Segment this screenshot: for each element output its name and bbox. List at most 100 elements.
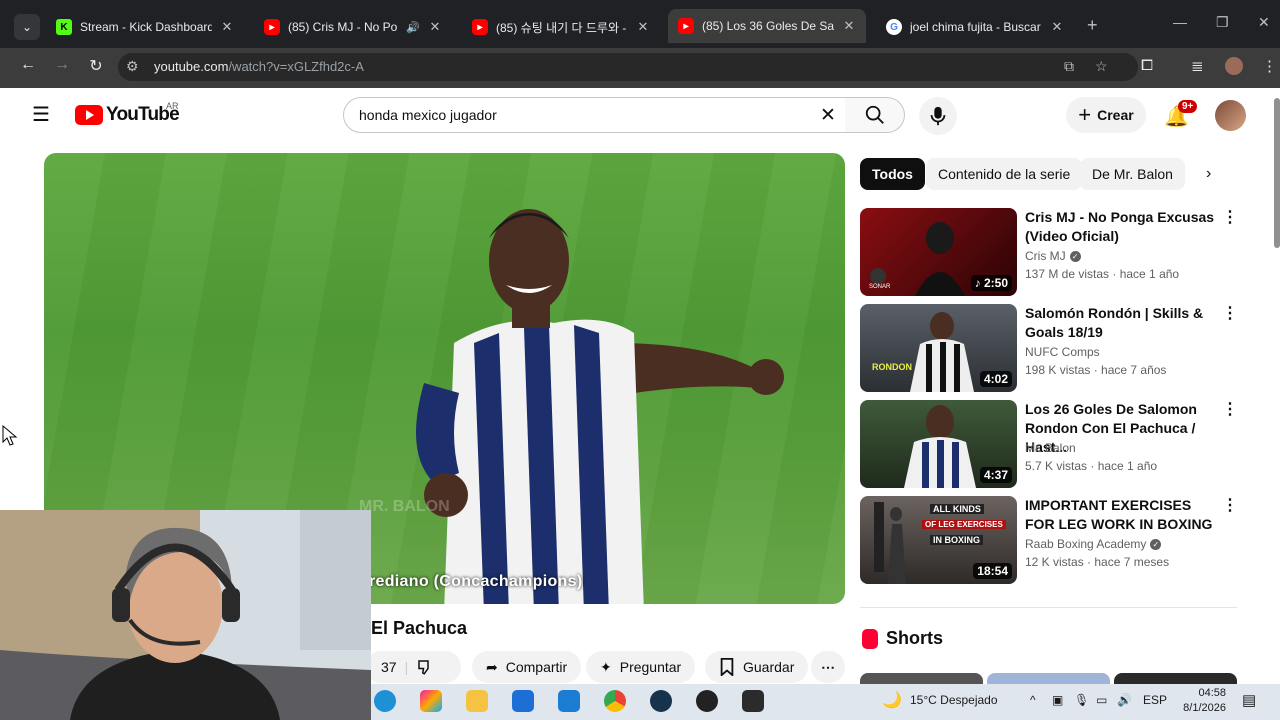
hamburger-menu-icon[interactable]: ☰ (32, 105, 50, 125)
more-options-icon[interactable]: ⋮ (1222, 210, 1238, 226)
youtube-favicon-icon: ▸ (472, 19, 488, 35)
video-thumbnail[interactable]: RONDON 4:02 (860, 304, 1017, 392)
system-clock[interactable]: 04:58 8/1/2026 (1176, 686, 1226, 716)
page-scrollbar[interactable] (1274, 98, 1280, 248)
copilot-icon[interactable] (420, 690, 442, 712)
video-meta: 198 K vistas · hace 7 años (1025, 363, 1167, 377)
search-input[interactable]: honda mexico jugador (343, 97, 846, 133)
save-button[interactable]: Guardar (705, 651, 809, 683)
media-control-icon[interactable]: ≣ (1191, 57, 1204, 75)
tab-cris-mj[interactable]: ▸ (85) Cris MJ - No Ponga 🔊 ✕ (254, 11, 452, 43)
duration-badge: 18:54 (973, 563, 1012, 579)
tray-app-icon[interactable]: ▣ (1052, 693, 1063, 707)
youtube-logo[interactable]: YouTube (75, 104, 180, 126)
extensions-icon[interactable]: ⧠ (1141, 57, 1153, 74)
volume-icon[interactable]: 🔊 (1117, 693, 1132, 707)
network-icon[interactable]: ▭ (1096, 693, 1107, 707)
close-window-icon[interactable]: ✕ (1258, 14, 1270, 31)
video-meta: 137 M de vistas · hace 1 año (1025, 267, 1180, 281)
webcam-overlay (0, 510, 371, 720)
tab-search-button[interactable]: ⌄ (14, 14, 40, 40)
tab-korean-video[interactable]: ▸ (85) 슈팅 내기 다 드루와 - Y ✕ (462, 11, 660, 43)
related-video[interactable]: RONDON 4:02 Salomón Rondón | Skills & Go… (860, 304, 1240, 394)
audio-playing-icon[interactable]: 🔊 (406, 21, 420, 34)
browser-menu-icon[interactable]: ⋮ (1262, 57, 1277, 75)
sonar-logo-text: SONAR (869, 284, 891, 290)
create-button[interactable]: + Crear (1066, 97, 1146, 133)
url-text[interactable]: youtube.com/watch?v=xGLZfhd2c-A (154, 59, 364, 74)
tab-kick-dashboard[interactable]: K Stream - Kick Dashboard ✕ (46, 11, 244, 43)
restore-icon[interactable]: ❐ (1216, 14, 1229, 31)
youtube-play-icon (75, 105, 103, 125)
browser-profile-avatar[interactable] (1225, 57, 1243, 75)
chip-from-mr-balon[interactable]: De Mr. Balon (1080, 158, 1185, 190)
bookmark-star-icon[interactable]: ☆ (1095, 58, 1108, 75)
outlook-icon[interactable] (558, 690, 580, 712)
youtube-favicon-icon: ▸ (264, 19, 280, 35)
duration-badge: ♪ 2:50 (970, 275, 1012, 291)
related-title[interactable]: IMPORTANT EXERCISES FOR LEG WORK IN BOXI… (1025, 496, 1215, 534)
install-app-icon[interactable]: ⧉ (1064, 58, 1074, 75)
tab-los-36-goles[interactable]: ▸ (85) Los 36 Goles De Salomón ✕ (668, 9, 866, 43)
tab-google-search[interactable]: G joel chima fujita - Buscar con ✕ (876, 11, 1074, 43)
more-options-icon[interactable]: ⋮ (1222, 498, 1238, 514)
language-indicator[interactable]: ESP (1143, 693, 1167, 707)
video-subtitle: rediano (Concachampions) (369, 573, 583, 590)
ask-button[interactable]: ✦ Preguntar (586, 651, 696, 683)
like-dislike-group[interactable]: 37 | (365, 651, 461, 683)
minimize-icon[interactable]: — (1173, 14, 1187, 30)
related-video[interactable]: ALL KINDS OF LEG EXERCISES IN BOXING 18:… (860, 496, 1240, 586)
more-options-icon[interactable]: ⋮ (1222, 402, 1238, 418)
notification-center-icon[interactable]: ▤ (1242, 691, 1256, 709)
close-tab-icon[interactable]: ✕ (1050, 19, 1064, 35)
chip-series-content[interactable]: Contenido de la serie (926, 158, 1083, 190)
voice-search-button[interactable] (919, 97, 957, 135)
channel-name[interactable]: Mr. Balon (1025, 441, 1076, 455)
shorts-logo-icon (862, 628, 878, 649)
back-icon[interactable]: ← (17, 56, 39, 74)
site-info-icon[interactable]: ⚙ (126, 58, 139, 75)
more-actions-button[interactable]: ⋯ (811, 651, 845, 683)
chevron-right-icon[interactable]: › (1206, 165, 1211, 183)
related-video[interactable]: 4:37 Los 26 Goles De Salomon Rondon Con … (860, 400, 1240, 490)
obs-icon[interactable] (742, 690, 764, 712)
country-code: AR (166, 101, 179, 111)
chrome-icon[interactable] (604, 690, 626, 712)
pill-divider: | (404, 659, 409, 675)
channel-name[interactable]: Cris MJ ✓ (1025, 249, 1081, 263)
reload-icon[interactable]: ↻ (85, 56, 107, 76)
dislike-icon[interactable] (416, 658, 434, 676)
close-tab-icon[interactable]: ✕ (842, 18, 856, 34)
new-tab-icon[interactable]: + (1087, 15, 1098, 36)
video-thumbnail[interactable]: 4:37 (860, 400, 1017, 488)
related-title[interactable]: Cris MJ - No Ponga Excusas (Video Oficia… (1025, 208, 1215, 246)
close-tab-icon[interactable]: ✕ (428, 19, 442, 35)
chip-todos[interactable]: Todos (860, 158, 925, 190)
channel-name[interactable]: NUFC Comps (1025, 345, 1100, 359)
tab-title: Stream - Kick Dashboard (80, 20, 212, 34)
edge-icon[interactable] (374, 690, 396, 712)
steam-icon[interactable] (650, 690, 672, 712)
store-icon[interactable] (512, 690, 534, 712)
shorts-label: Shorts (886, 628, 944, 648)
tray-overflow-icon[interactable]: ^ (1030, 693, 1036, 707)
account-avatar[interactable] (1215, 100, 1246, 131)
close-tab-icon[interactable]: ✕ (636, 19, 650, 35)
video-thumbnail[interactable]: SONAR ♪ 2:50 (860, 208, 1017, 296)
microphone-tray-icon[interactable]: 🎙 (1074, 693, 1089, 707)
app-icon[interactable] (696, 690, 718, 712)
search-button[interactable] (845, 97, 905, 133)
close-tab-icon[interactable]: ✕ (220, 19, 234, 35)
video-frame-footballer (416, 209, 784, 604)
clear-search-icon[interactable]: ✕ (820, 104, 836, 127)
file-explorer-icon[interactable] (466, 690, 488, 712)
url-path: /watch?v=xGLZfhd2c-A (228, 59, 364, 74)
related-title[interactable]: Salomón Rondón | Skills & Goals 18/19 (1025, 304, 1215, 342)
more-options-icon[interactable]: ⋮ (1222, 306, 1238, 322)
video-thumbnail[interactable]: ALL KINDS OF LEG EXERCISES IN BOXING 18:… (860, 496, 1017, 584)
channel-name[interactable]: Raab Boxing Academy ✓ (1025, 537, 1162, 551)
weather-text[interactable]: 15°C Despejado (910, 693, 998, 707)
related-video[interactable]: SONAR ♪ 2:50 Cris MJ - No Ponga Excusas … (860, 208, 1240, 298)
forward-icon[interactable]: → (51, 56, 73, 74)
share-button[interactable]: ➦ Compartir (472, 651, 582, 683)
